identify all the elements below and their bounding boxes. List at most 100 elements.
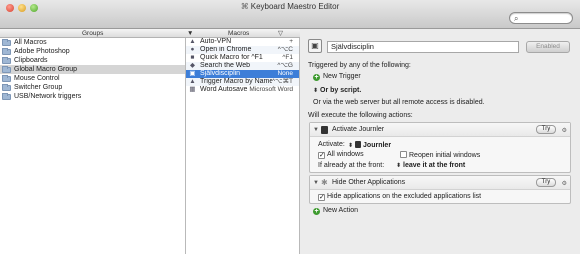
group-item[interactable]: Global Macro Group (0, 65, 185, 74)
checkbox-unchecked-icon (400, 151, 407, 158)
front-behavior-popup[interactable]: ⬍ leave it at the front (396, 162, 465, 169)
new-trigger-button[interactable]: + New Trigger (313, 73, 361, 81)
folder-icon (2, 92, 11, 100)
macro-item[interactable]: ▣ Självdisciplin None (186, 70, 299, 78)
updown-arrows-icon: ⬍ (348, 143, 354, 149)
group-label: USB/Network triggers (14, 93, 82, 100)
hide-other-apps-action: ▼ ✱ Hide Other Applications Try ⚙ ✓ Hide … (309, 175, 571, 204)
group-label: Adobe Photoshop (14, 48, 70, 55)
group-label: Clipboards (14, 57, 48, 64)
execute-label: Will execute the following actions: (308, 112, 413, 119)
macro-icon: ● (190, 46, 195, 53)
group-label: Mouse Control (14, 75, 60, 82)
macro-icon: ▦ (189, 86, 196, 93)
triggered-label: Triggered by any of the following: (308, 62, 411, 69)
macro-name: Open in Chrome (200, 46, 252, 53)
all-windows-checkbox[interactable]: ✓ All windows (318, 151, 364, 159)
macro-trigger: None (277, 70, 293, 77)
updown-arrows-icon: ⬍ (313, 88, 319, 94)
filter-triangle-icon[interactable]: ▽ (278, 29, 283, 38)
title-bar: ⌘ Keyboard Maestro Editor ⌕ (0, 0, 580, 29)
macro-item[interactable]: ▦ Word Autosave Microsoft Word (186, 86, 299, 94)
window-title: ⌘ Keyboard Maestro Editor (240, 2, 340, 11)
action-title: Activate Journler (332, 126, 385, 133)
column-headers: Groups ▼ Macros ▽ (0, 29, 300, 38)
macro-name: Quick Macro for ^F1 (200, 54, 263, 61)
try-button[interactable]: Try (536, 178, 556, 187)
macro-name: Search the Web (200, 62, 251, 69)
try-button[interactable]: Try (536, 125, 556, 134)
disclosure-triangle-icon[interactable]: ▼ (313, 127, 319, 133)
app-icon: ⌘ (240, 2, 249, 11)
group-item[interactable]: All Macros (0, 38, 185, 47)
action-header: ▼ ✱ Hide Other Applications Try ⚙ (310, 176, 570, 190)
macro-trigger: ^F1 (282, 54, 293, 61)
or-by-script-popup[interactable]: ⬍ Or by script. (313, 87, 361, 94)
folder-icon (2, 47, 11, 55)
action-title: Hide Other Applications (332, 179, 406, 186)
macro-icon: ▣ (189, 70, 196, 77)
enabled-button[interactable]: Enabled (526, 41, 570, 53)
macro-item[interactable]: ● Open in Chrome ^⌥C (186, 46, 299, 54)
add-icon: + (313, 208, 320, 215)
group-label: All Macros (14, 39, 47, 46)
search-icon: ⌕ (514, 14, 519, 23)
folder-icon (2, 56, 11, 64)
hide-excluded-checkbox[interactable]: ✓ Hide applications on the excluded appli… (318, 193, 481, 201)
search-field[interactable]: ⌕ (509, 12, 573, 24)
checkbox-checked-icon: ✓ (318, 194, 325, 201)
front-label: If already at the front: (318, 162, 385, 169)
reopen-windows-checkbox[interactable]: Reopen initial windows (400, 151, 480, 159)
macro-item[interactable]: ▲ Trigger Macro by Name ^⌥⌘T (186, 78, 299, 86)
folder-icon (2, 83, 11, 91)
disclosure-triangle-icon[interactable]: ▼ (313, 180, 319, 186)
gear-menu-icon[interactable]: ⚙ (562, 180, 567, 187)
macro-editor: ▣ Självdisciplin Enabled Triggered by an… (300, 29, 580, 254)
macro-icon: ▲ (189, 78, 196, 85)
macro-name: Trigger Macro by Name (200, 78, 272, 85)
macro-trigger: ^⌥G (277, 62, 293, 69)
group-item[interactable]: Clipboards (0, 56, 185, 65)
macro-item[interactable]: ◆ Search the Web ^⌥G (186, 62, 299, 70)
group-item[interactable]: Adobe Photoshop (0, 47, 185, 56)
journler-app-icon (321, 126, 328, 134)
folder-icon (2, 74, 11, 82)
macros-column-header[interactable]: Macros (228, 29, 249, 38)
group-item[interactable]: USB/Network triggers (0, 92, 185, 101)
macro-icon[interactable]: ▣ (308, 39, 322, 53)
macro-icon: ■ (190, 54, 195, 61)
hide-apps-icon: ✱ (321, 178, 328, 187)
web-server-text: Or via the web server but all remote acc… (313, 99, 485, 106)
updown-arrows-icon: ⬍ (396, 163, 402, 169)
macro-item[interactable]: ▲ Auto-VPN + (186, 38, 299, 46)
add-icon: + (313, 74, 320, 81)
macro-trigger: Microsoft Word (249, 86, 293, 93)
group-item[interactable]: Switcher Group (0, 83, 185, 92)
journler-app-icon (355, 141, 362, 148)
groups-list: All Macros Adobe Photoshop Clipboards Globa… (0, 38, 186, 254)
macro-name: Auto-VPN (200, 38, 232, 45)
application-popup[interactable]: ⬍ Journler (348, 141, 391, 149)
macros-list: ▲ Auto-VPN + ● Open in Chrome ^⌥C ■ Quick Macro… (186, 38, 300, 254)
action-header: ▼ Activate Journler Try ⚙ (310, 123, 570, 137)
macro-name: Självdisciplin (200, 70, 241, 77)
group-item[interactable]: Mouse Control (0, 74, 185, 83)
group-label: Switcher Group (14, 84, 63, 91)
activate-label: Activate: (318, 141, 345, 148)
sort-triangle-icon[interactable]: ▼ (187, 29, 193, 38)
macro-name: Word Autosave (200, 86, 248, 93)
folder-icon (2, 65, 11, 73)
macro-trigger: ^⌥C (277, 46, 293, 53)
group-label: Global Macro Group (14, 66, 78, 73)
macro-trigger: + (289, 38, 293, 45)
activate-action: ▼ Activate Journler Try ⚙ Activate: ⬍ Jou… (309, 122, 571, 173)
folder-icon (2, 38, 11, 46)
groups-column-header[interactable]: Groups (82, 29, 103, 38)
macro-trigger: ^⌥⌘T (271, 78, 293, 85)
macro-item[interactable]: ■ Quick Macro for ^F1 ^F1 (186, 54, 299, 62)
gear-menu-icon[interactable]: ⚙ (562, 127, 567, 134)
macro-icon: ▲ (189, 38, 196, 45)
new-action-button[interactable]: + New Action (313, 207, 358, 215)
macro-name-field[interactable]: Självdisciplin (327, 41, 519, 53)
checkbox-checked-icon: ✓ (318, 152, 325, 159)
